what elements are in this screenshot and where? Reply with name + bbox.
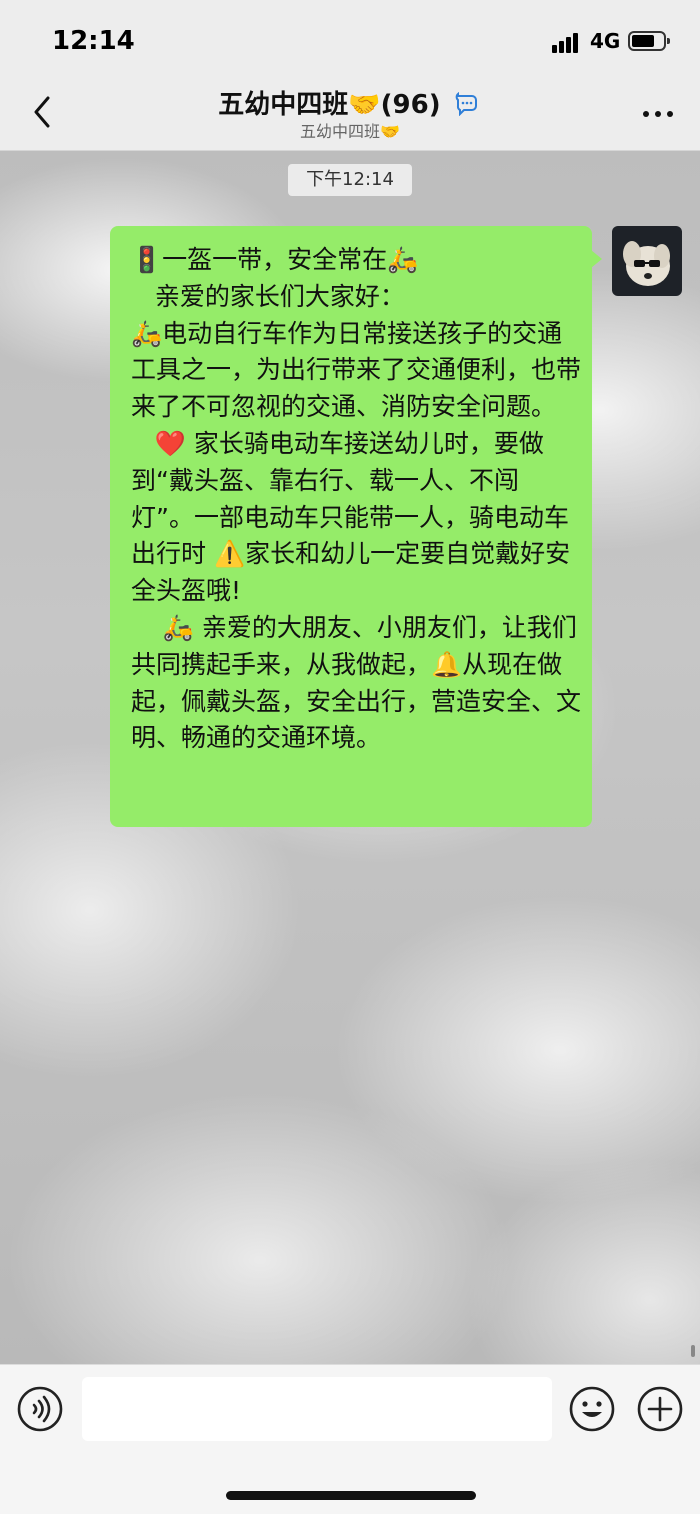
message-text: 🚦一盔一带，安全常在🛵 亲爱的家长们大家好： 🛵电动自行车作为日常接送孩子的交通… — [131, 245, 582, 753]
home-indicator — [226, 1491, 476, 1500]
status-time: 12:14 — [52, 26, 135, 56]
message-bubble[interactable]: 🚦一盔一带，安全常在🛵 亲爱的家长们大家好： 🛵电动自行车作为日常接送孩子的交通… — [110, 226, 602, 827]
chat-bubble-icon — [455, 91, 477, 117]
chat-title[interactable]: 五幼中四班🤝(96) — [0, 84, 700, 121]
chat-header: 五幼中四班🤝(96) 五幼中四班🤝 — [0, 84, 700, 151]
plus-icon[interactable] — [636, 1385, 684, 1433]
emoji-icon[interactable] — [568, 1385, 616, 1433]
avatar[interactable] — [612, 226, 682, 296]
message-timestamp: 下午12:14 — [288, 164, 412, 196]
more-dots-icon[interactable] — [638, 92, 678, 132]
status-bar: 12:14 4G — [0, 0, 700, 84]
scrollbar[interactable] — [691, 1345, 695, 1357]
dog-avatar-icon — [612, 226, 682, 296]
signal-icon — [552, 31, 584, 53]
chat-title-text: 五幼中四班🤝(96) — [218, 90, 441, 120]
input-bar — [0, 1364, 700, 1514]
voice-icon[interactable] — [16, 1385, 64, 1433]
battery-icon — [628, 31, 670, 51]
network-label: 4G — [590, 29, 621, 53]
message-input[interactable] — [82, 1377, 552, 1441]
chat-subtitle: 五幼中四班🤝 — [300, 122, 400, 141]
